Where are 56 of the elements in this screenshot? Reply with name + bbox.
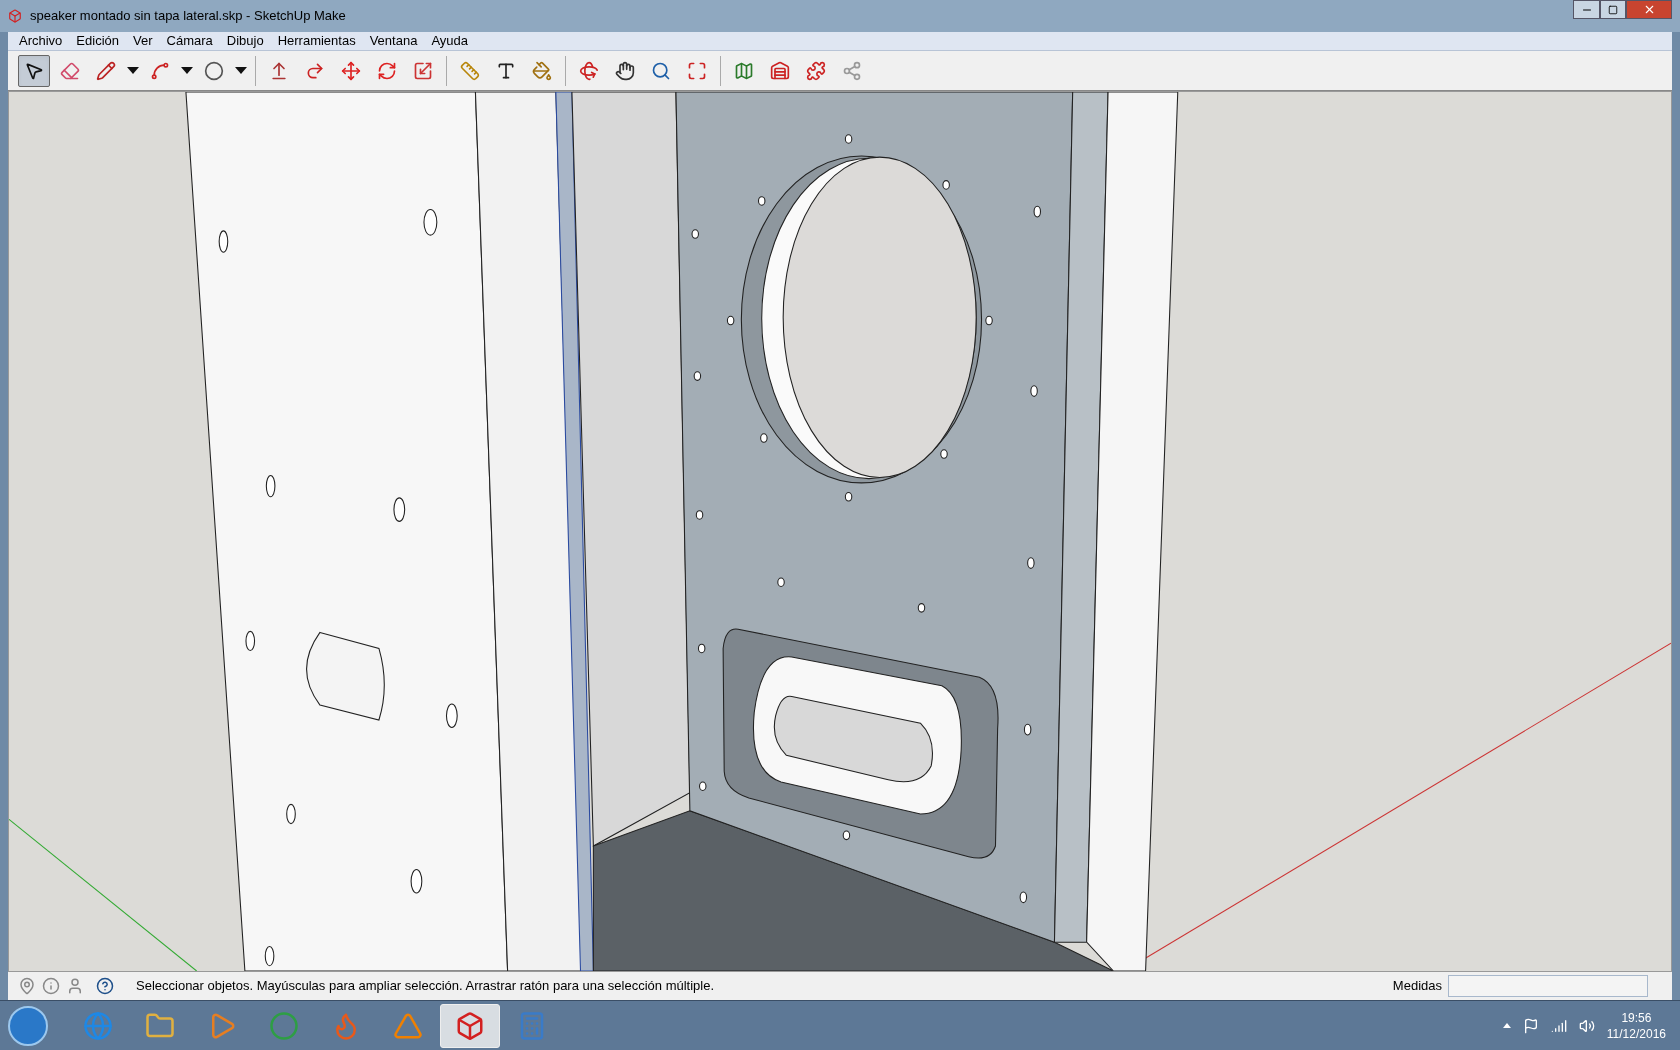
- show-hidden-icons-icon[interactable]: [1502, 1023, 1511, 1028]
- signal-icon[interactable]: [1550, 1017, 1567, 1034]
- menu-item[interactable]: Herramientas: [270, 31, 363, 51]
- rotate-icon: [377, 60, 397, 81]
- maximize-button[interactable]: [1600, 0, 1626, 19]
- help-icon[interactable]: [96, 977, 114, 995]
- volume-icon[interactable]: [1578, 1017, 1595, 1034]
- map-icon: [734, 60, 754, 81]
- maximize-icon: [1608, 4, 1618, 15]
- location-icon[interactable]: [18, 977, 36, 995]
- puzzle-icon: [806, 60, 826, 81]
- user-icon[interactable]: [66, 977, 84, 995]
- select-arrow-tool-button[interactable]: [18, 54, 50, 87]
- search-icon: [651, 60, 671, 81]
- menu-item[interactable]: Cámara: [159, 31, 220, 51]
- globe-icon: [83, 1010, 113, 1041]
- menu-item[interactable]: Ayuda: [424, 31, 475, 51]
- menu-item[interactable]: Dibujo: [219, 31, 271, 51]
- window-title: speaker montado sin tapa lateral.skp - SketchUp Make: [30, 7, 346, 26]
- caret-icon: [235, 67, 247, 74]
- measurements-field[interactable]: [1448, 975, 1648, 997]
- tape-measure-icon: [460, 60, 480, 81]
- menu-item[interactable]: Archivo: [12, 31, 70, 51]
- clock-time[interactable]: 19:56: [1621, 1009, 1652, 1026]
- flag-icon[interactable]: [1522, 1017, 1539, 1034]
- curved-arrow-icon: [305, 60, 325, 81]
- minimize-button[interactable]: [1573, 0, 1600, 19]
- circle-icon: [269, 1010, 299, 1041]
- 3d-model-drawing[interactable]: [9, 92, 1671, 971]
- share-icon: [842, 60, 862, 81]
- close-button[interactable]: [1626, 0, 1672, 19]
- caret-icon: [127, 67, 139, 74]
- pencil-icon: [96, 60, 116, 81]
- scale-icon: [413, 60, 433, 81]
- arc-icon: [150, 60, 170, 81]
- box-taskbar-button[interactable]: [440, 1003, 500, 1048]
- info-icon[interactable]: [42, 977, 60, 995]
- move-icon: [341, 60, 361, 81]
- paint-bucket-icon: [532, 60, 552, 81]
- menu-item[interactable]: Ventana: [362, 31, 425, 51]
- orbit-icon: [579, 60, 599, 81]
- start-button[interactable]: [8, 1005, 48, 1046]
- hand-icon: [615, 60, 635, 81]
- warehouse-icon: [770, 60, 790, 81]
- caret-icon: [181, 67, 193, 74]
- zoom-extents-icon: [687, 60, 707, 81]
- measurements-label: Medidas: [1392, 977, 1442, 996]
- app-logo-icon: [8, 9, 22, 23]
- menu-item[interactable]: Edición: [69, 31, 126, 51]
- circle-icon: [204, 60, 224, 81]
- box-icon: [455, 1010, 485, 1041]
- status-hint: Seleccionar objetos. Mayúsculas para ampliar selección. Arrastrar ratón para una selección múltiple.: [136, 977, 715, 996]
- push-pull-icon: [269, 60, 289, 81]
- clock-date[interactable]: 11/12/2016: [1606, 1025, 1666, 1042]
- eraser-icon: [60, 60, 80, 81]
- menu-item[interactable]: Ver: [126, 31, 160, 51]
